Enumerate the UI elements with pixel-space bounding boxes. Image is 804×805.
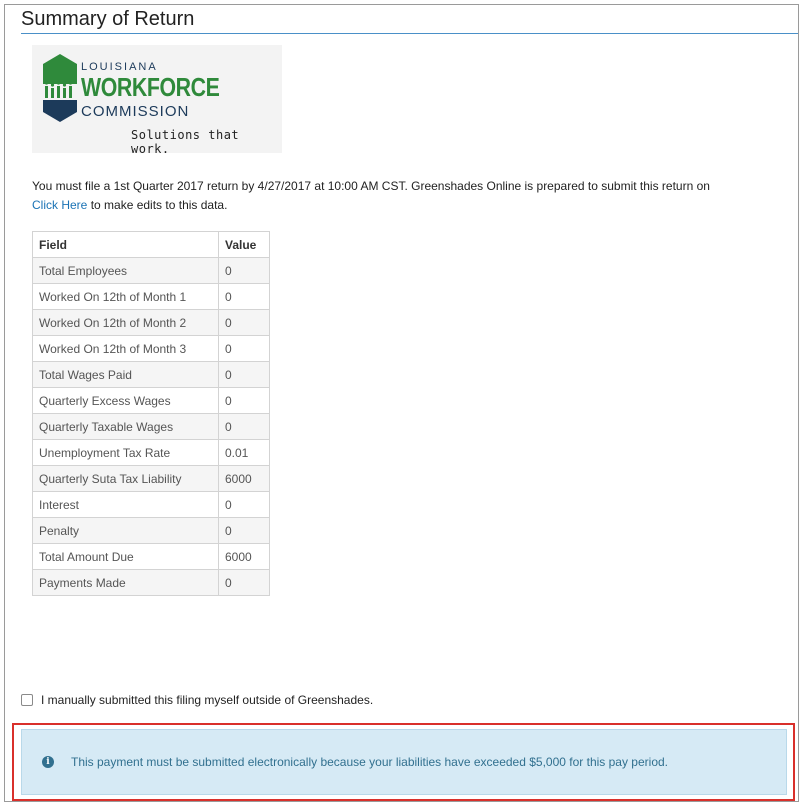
value-cell: 0 [218, 387, 270, 414]
value-cell: 0 [218, 283, 270, 310]
value-cell: 0 [218, 569, 270, 596]
title-divider [21, 33, 798, 34]
field-cell: Worked On 12th of Month 2 [32, 309, 219, 336]
column-header-field: Field [32, 231, 219, 258]
click-here-link[interactable]: Click Here [32, 198, 87, 212]
manual-submission-option[interactable]: I manually submitted this filing myself … [21, 693, 373, 707]
table-row: Worked On 12th of Month 10 [32, 283, 270, 310]
value-cell: 0 [218, 413, 270, 440]
filing-notice: You must file a 1st Quarter 2017 return … [32, 177, 710, 215]
lwc-logo-mark-icon [43, 54, 77, 122]
field-cell: Penalty [32, 517, 219, 544]
table-row: Unemployment Tax Rate 0.01 [32, 439, 270, 466]
value-cell: 6000 [218, 465, 270, 492]
field-cell: Quarterly Excess Wages [32, 387, 219, 414]
value-cell: 0 [218, 257, 270, 284]
value-cell: 0 [218, 335, 270, 362]
column-header-value: Value [218, 231, 270, 258]
field-cell: Total Wages Paid [32, 361, 219, 388]
table-row: Worked On 12th of Month 20 [32, 309, 270, 336]
edit-data-text: to make edits to this data. [90, 198, 228, 212]
page-title: Summary of Return [21, 8, 195, 30]
field-cell: Total Employees [32, 257, 219, 284]
table-row: Penalty 0 [32, 517, 270, 544]
alert-message: This payment must be submitted electroni… [71, 755, 668, 769]
edit-data-line: Click Here to make edits to this data. [32, 196, 710, 215]
value-cell: 6000 [218, 543, 270, 570]
info-icon: i [42, 756, 54, 768]
value-cell: 0 [218, 361, 270, 388]
field-cell: Unemployment Tax Rate [32, 439, 219, 466]
table-row: Quarterly Suta Tax Liability 6000 [32, 465, 270, 492]
manual-submission-label: I manually submitted this filing myself … [41, 693, 374, 707]
electronic-payment-alert: i This payment must be submitted electro… [21, 729, 787, 795]
field-cell: Payments Made [32, 569, 219, 596]
table-row: Total Wages Paid 0 [32, 361, 270, 388]
table-header-row: Field Value [32, 231, 270, 258]
filing-deadline-text: You must file a 1st Quarter 2017 return … [32, 179, 710, 193]
manual-submission-checkbox[interactable] [21, 694, 33, 706]
value-cell: 0 [218, 517, 270, 544]
louisiana-workforce-logo: LOUISIANA WORKFORCE COMMISSION Solutions… [32, 45, 282, 156]
table-row: Total Amount Due 6000 [32, 543, 270, 570]
logo-text-workforce: WORKFORCE [81, 72, 220, 102]
table-row: Quarterly Excess Wages 0 [32, 387, 270, 414]
logo-tagline: Solutions that work. [131, 128, 240, 156]
table-row: Worked On 12th of Month 30 [32, 335, 270, 362]
table-row: Quarterly Taxable Wages 0 [32, 413, 270, 440]
field-cell: Worked On 12th of Month 3 [32, 335, 219, 362]
summary-panel: Summary of Return LOUISIANA WORKFORCE CO… [4, 4, 799, 802]
field-cell: Total Amount Due [32, 543, 219, 570]
value-cell: 0 [218, 309, 270, 336]
logo-text-commission: COMMISSION [81, 103, 190, 120]
table-row: Interest 0 [32, 491, 270, 518]
field-cell: Interest [32, 491, 219, 518]
return-summary-table: Field Value Total Employees 0 Worked On 1… [32, 231, 270, 596]
value-cell: 0.01 [218, 439, 270, 466]
field-cell: Worked On 12th of Month 1 [32, 283, 219, 310]
value-cell: 0 [218, 491, 270, 518]
field-cell: Quarterly Taxable Wages [32, 413, 219, 440]
field-cell: Quarterly Suta Tax Liability [32, 465, 219, 492]
table-row: Total Employees 0 [32, 257, 270, 284]
table-row: Payments Made 0 [32, 569, 270, 596]
